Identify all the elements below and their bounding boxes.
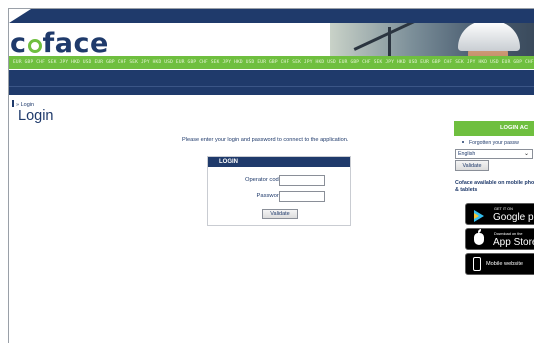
breadcrumb: » Login — [12, 100, 34, 108]
bullet-icon — [462, 141, 464, 143]
app-store-badge[interactable]: Download on the App Store — [465, 228, 534, 250]
operator-code-row: Operator code — [208, 175, 352, 187]
chevron-down-icon: ⌄ — [523, 151, 529, 157]
login-form-header: LOGIN — [208, 157, 350, 167]
login-access-header: LOGIN AC — [454, 121, 534, 136]
forgotten-password-link[interactable]: Forgotten your passw — [462, 140, 519, 146]
operator-code-input[interactable] — [279, 175, 325, 186]
language-select[interactable]: English ⌄ — [455, 149, 533, 159]
apple-icon — [474, 229, 484, 245]
language-validate-button[interactable]: Validate — [455, 160, 489, 171]
login-form: LOGIN Operator code Password Validate — [207, 156, 351, 226]
currency-ticker: EUR GBP CHF SEK JPY HKD USD EUR GBP CHF … — [9, 56, 534, 69]
password-row: Password — [208, 191, 352, 203]
password-input[interactable] — [279, 191, 325, 202]
mobile-availability-text: Coface available on mobile phones & tabl… — [455, 180, 534, 193]
coface-logo[interactable]: c face — [10, 28, 109, 59]
mobile-website-badge[interactable]: Mobile website — [465, 253, 534, 275]
operator-code-label: Operator code — [244, 177, 282, 183]
header-top-bar — [9, 9, 534, 23]
page-title: Login — [18, 108, 54, 124]
navigation-band — [9, 70, 534, 95]
side-panel: LOGIN AC Forgotten your passw English ⌄ V… — [454, 121, 534, 281]
mobile-phone-icon — [473, 257, 481, 271]
google-play-badge[interactable]: GET IT ON Google pla — [465, 203, 534, 225]
validate-button[interactable]: Validate — [262, 209, 298, 219]
logo-ring-icon — [27, 39, 42, 53]
login-instruction: Please enter your login and password to … — [182, 137, 349, 143]
